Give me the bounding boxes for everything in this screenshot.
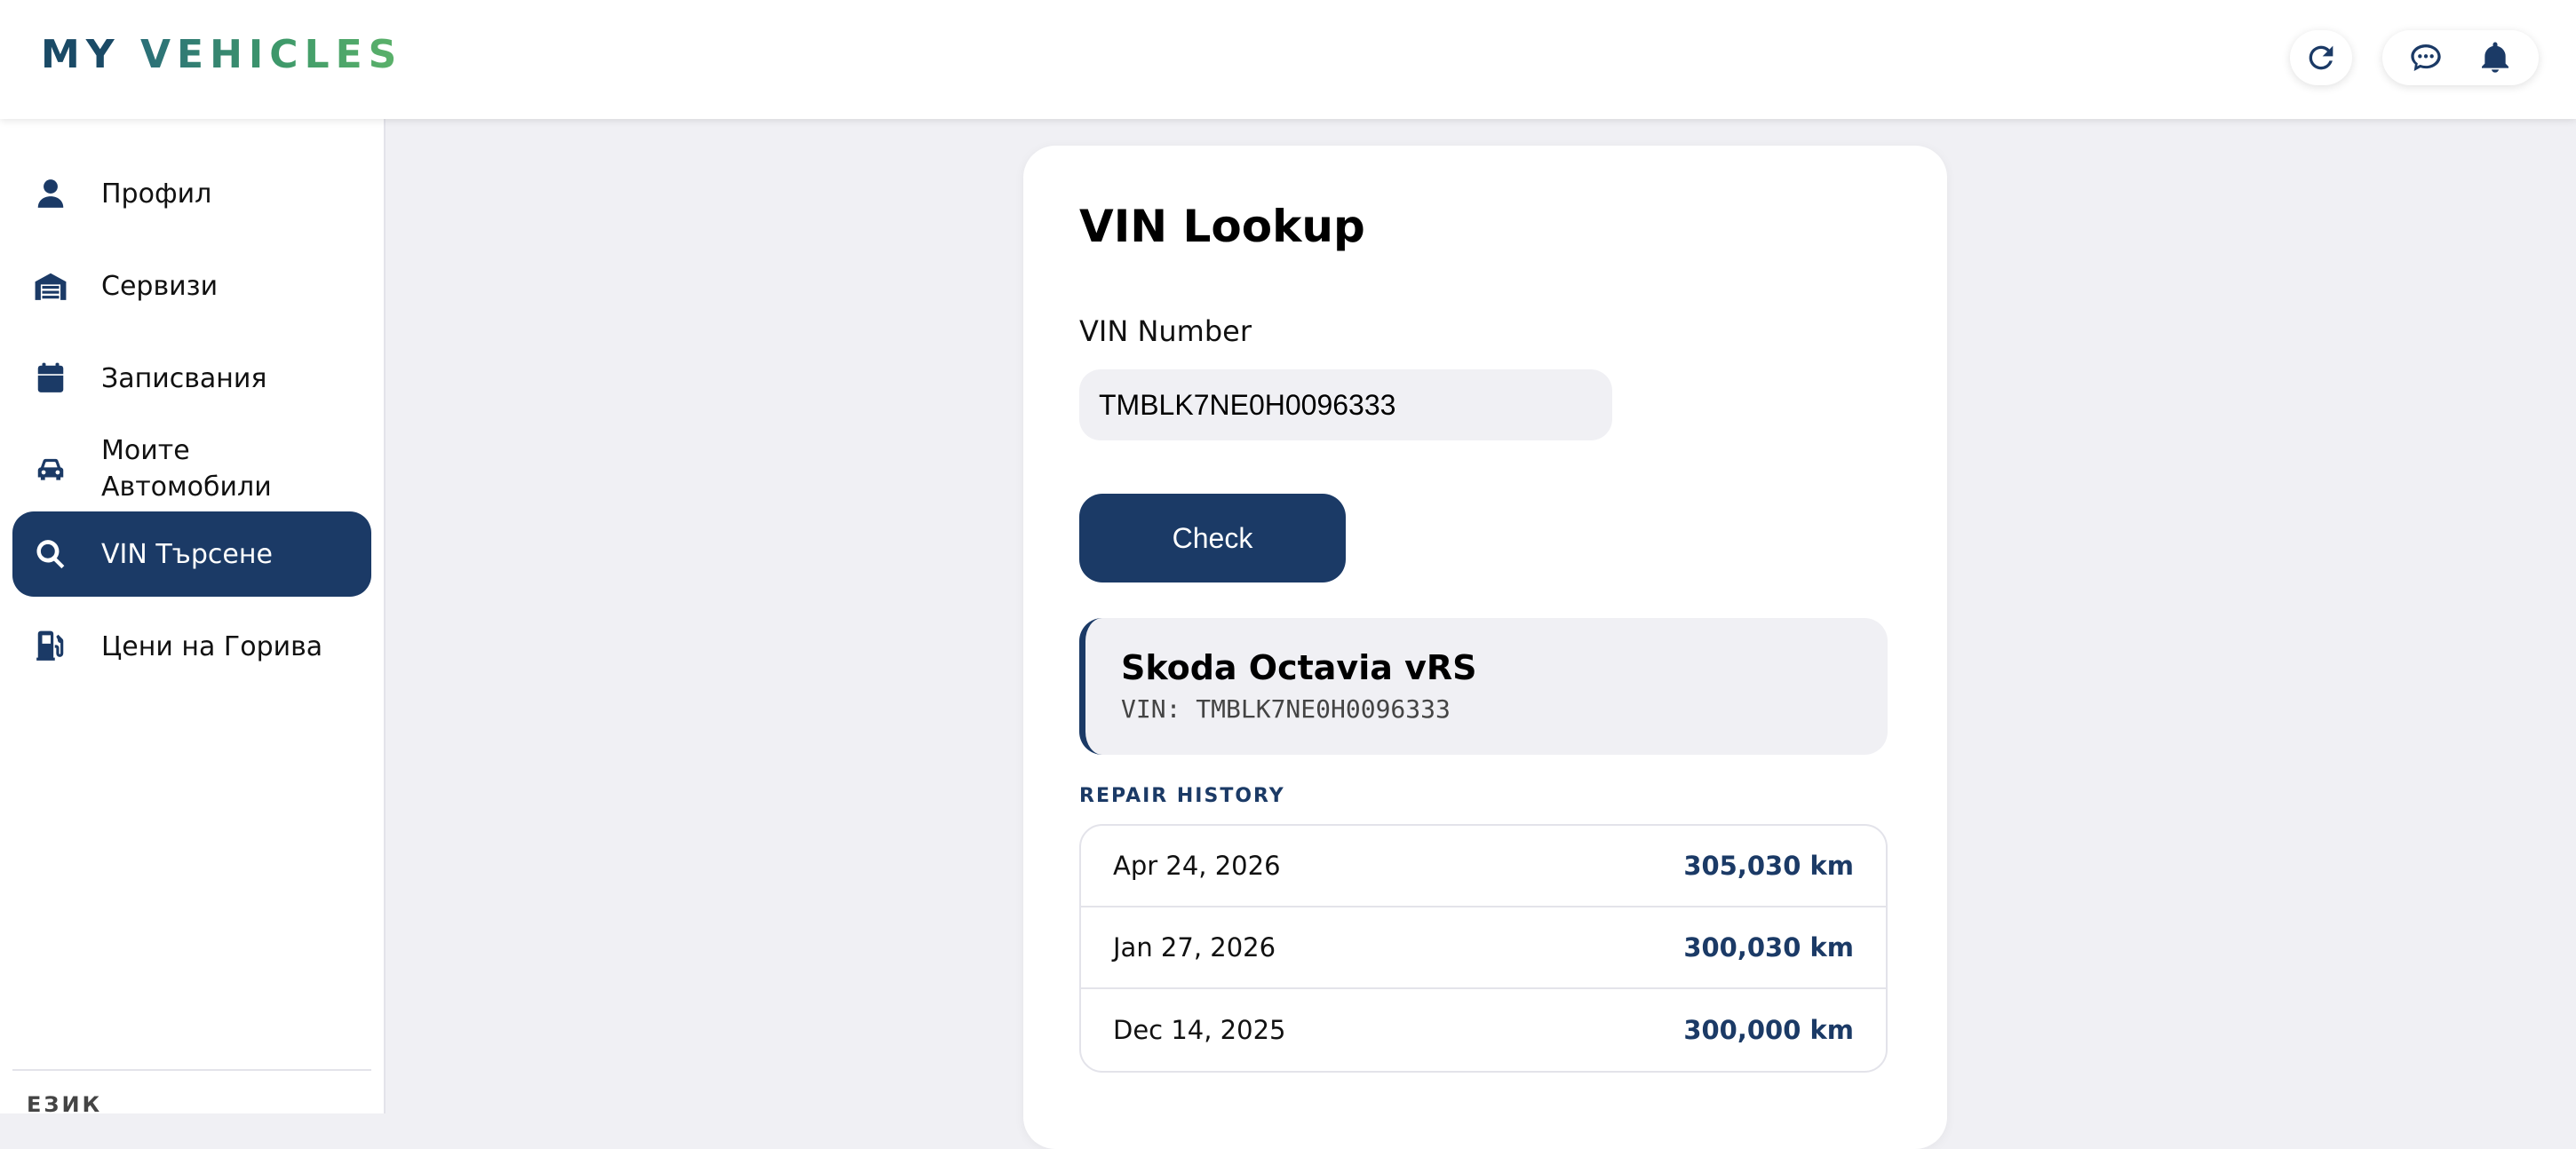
bell-icon[interactable] xyxy=(2477,40,2513,75)
garage-icon xyxy=(34,269,87,303)
list-item: Jan 27, 2026 300,030 km xyxy=(1081,907,1886,989)
repair-date: Apr 24, 2026 xyxy=(1113,851,1281,881)
sidebar-item-label: VIN Търсене xyxy=(101,538,273,570)
brand-word-vehicles: VEHICLES xyxy=(139,32,403,77)
repair-date: Dec 14, 2025 xyxy=(1113,1015,1286,1045)
repair-history-label: REPAIR HISTORY xyxy=(1079,785,1285,807)
vehicle-name: Skoda Octavia vRS xyxy=(1121,648,1477,687)
sidebar: Профил Сервизи Записвания Моите Автомоби… xyxy=(0,119,386,1117)
sidebar-item-my-vehicles[interactable]: Моите Автомобили xyxy=(12,424,371,513)
calendar-icon xyxy=(34,361,87,395)
sidebar-item-vin-search[interactable]: VIN Търсене xyxy=(12,511,371,597)
sidebar-item-label: Моите Автомобили xyxy=(101,435,272,503)
refresh-button[interactable] xyxy=(2290,30,2352,85)
vin-lookup-card: VIN Lookup VIN Number Check Skoda Octavi… xyxy=(1023,146,1947,1149)
list-item: Apr 24, 2026 305,030 km xyxy=(1081,826,1886,907)
sidebar-item-fuel-prices[interactable]: Цени на Горива xyxy=(12,609,371,684)
list-item: Dec 14, 2025 300,000 km xyxy=(1081,989,1886,1071)
vin-number-label: VIN Number xyxy=(1079,314,1252,348)
sidebar-item-label: Цени на Горива xyxy=(101,630,323,662)
sidebar-item-label: Профил xyxy=(101,178,212,210)
fuel-pump-icon xyxy=(34,630,87,663)
repair-mileage: 300,030 km xyxy=(1683,932,1854,963)
vin-input[interactable] xyxy=(1079,369,1612,440)
repair-mileage: 305,030 km xyxy=(1683,851,1854,881)
sidebar-item-profile[interactable]: Профил xyxy=(12,156,371,231)
refresh-icon xyxy=(2309,45,2334,70)
check-button[interactable]: Check xyxy=(1079,494,1346,582)
chat-icon[interactable] xyxy=(2408,40,2444,75)
header-actions xyxy=(2382,30,2539,85)
repair-mileage: 300,000 km xyxy=(1683,1015,1854,1045)
brand-word-my: MY xyxy=(41,32,121,77)
search-icon xyxy=(34,537,87,571)
repair-date: Jan 27, 2026 xyxy=(1113,932,1276,963)
top-bar: MY VEHICLES xyxy=(0,0,2576,119)
vehicle-result: Skoda Octavia vRS VIN: TMBLK7NE0H0096333 xyxy=(1079,618,1888,755)
sidebar-item-label: Сервизи xyxy=(101,270,219,302)
sidebar-item-label: Записвания xyxy=(101,362,267,394)
brand-logo[interactable]: MY VEHICLES xyxy=(41,32,402,77)
vehicle-vin: VIN: TMBLK7NE0H0096333 xyxy=(1121,694,1451,724)
sidebar-divider xyxy=(12,1069,371,1071)
page-title: VIN Lookup xyxy=(1079,201,1365,252)
repair-history-list: Apr 24, 2026 305,030 km Jan 27, 2026 300… xyxy=(1079,824,1888,1073)
user-icon xyxy=(34,177,87,210)
sidebar-item-bookings[interactable]: Записвания xyxy=(12,341,371,416)
car-icon xyxy=(34,452,87,486)
sidebar-item-services[interactable]: Сервизи xyxy=(12,249,371,323)
